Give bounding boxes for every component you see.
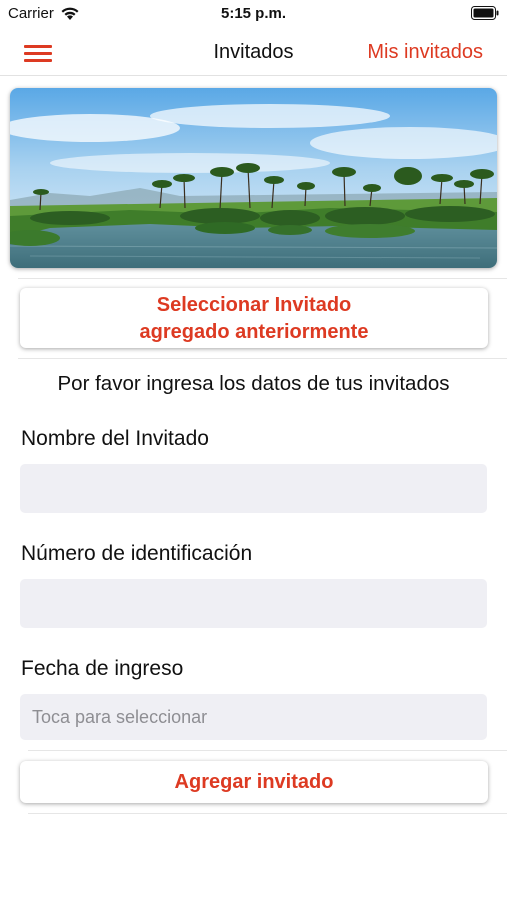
divider xyxy=(28,750,507,751)
select-button-line2: agregado anteriormente xyxy=(139,321,369,343)
id-number-input[interactable] xyxy=(20,579,487,628)
guest-name-input[interactable] xyxy=(20,464,487,513)
status-time: 5:15 p.m. xyxy=(220,5,287,22)
guest-name-label: Nombre del Invitado xyxy=(21,427,209,450)
id-number-label: Número de identificación xyxy=(21,542,253,565)
battery-icon xyxy=(471,6,499,20)
hero-landscape-image xyxy=(10,88,497,268)
entry-date-picker[interactable] xyxy=(20,694,487,740)
my-guests-link[interactable]: Mis invitados xyxy=(367,41,483,64)
select-button-line1: Seleccionar Invitado xyxy=(156,294,352,316)
divider xyxy=(28,813,507,814)
add-guest-button[interactable]: Agregar invitado xyxy=(20,761,488,803)
select-previous-guest-button[interactable]: Seleccionar Invitado agregado anteriorme… xyxy=(20,288,488,348)
entry-date-label: Fecha de ingreso xyxy=(21,657,184,680)
navigation-bar: Invitados Mis invitados xyxy=(0,30,507,76)
status-bar: Carrier 5:15 p.m. xyxy=(0,0,507,28)
instructions-text: Por favor ingresa los datos de tus invit… xyxy=(57,372,450,395)
divider xyxy=(18,278,507,279)
divider xyxy=(18,358,507,359)
